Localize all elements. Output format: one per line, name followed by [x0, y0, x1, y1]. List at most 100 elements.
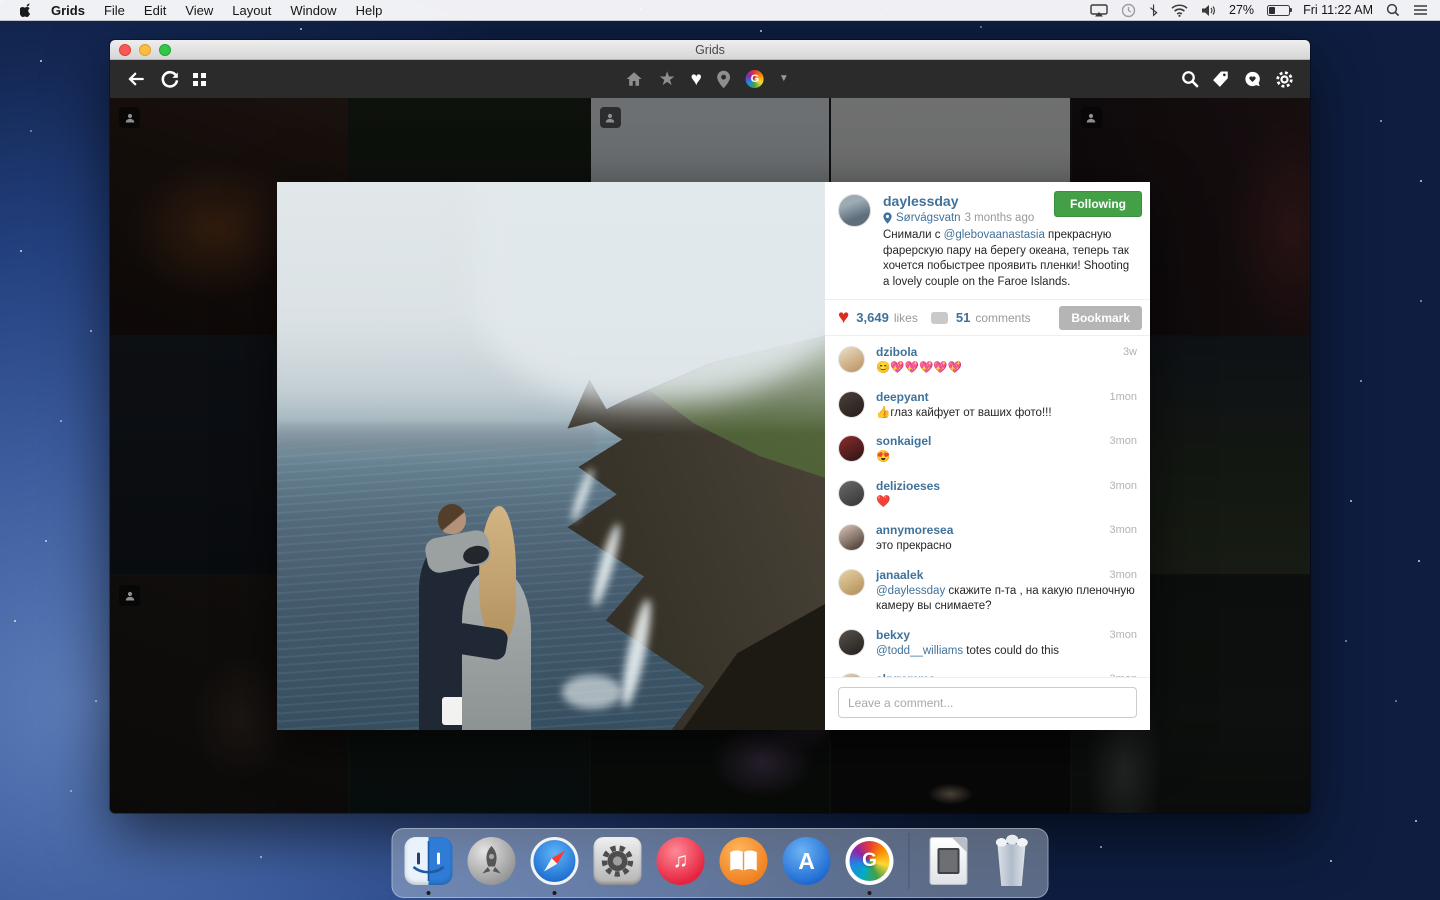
refresh-icon[interactable]: [160, 70, 179, 89]
comment-timestamp: 3mon: [1109, 569, 1137, 581]
comments-bubble-icon: [931, 312, 948, 324]
grids-app-window: Grids ★ ♥ G ▼: [110, 40, 1310, 813]
commenter-username[interactable]: annymoresea: [876, 523, 953, 537]
commenter-avatar[interactable]: [838, 673, 865, 677]
post-lightbox: daylessday Sørvágsvatn 3 months ago Сним…: [277, 182, 1150, 730]
commenter-avatar[interactable]: [838, 391, 865, 418]
comment-text: 😊💖💖💖💖💖: [876, 361, 1137, 377]
menu-edit[interactable]: Edit: [144, 3, 166, 18]
location-icon[interactable]: [717, 70, 731, 89]
dock-trash-icon[interactable]: [986, 835, 1038, 887]
comment-text: 👍глаз кайфует от ваших фото!!!: [876, 406, 1137, 422]
comment-timestamp: 3mon: [1109, 673, 1137, 677]
star-icon[interactable]: ★: [659, 70, 676, 89]
dock-ibooks-icon[interactable]: [718, 835, 770, 887]
comments-count[interactable]: 51: [956, 310, 970, 325]
commenter-username[interactable]: bekxy: [876, 628, 910, 642]
dock-finder-icon[interactable]: [403, 835, 455, 887]
photo-couple: [419, 494, 534, 730]
comment-timestamp: 3mon: [1109, 435, 1137, 447]
bluetooth-icon[interactable]: [1149, 3, 1158, 17]
home-icon[interactable]: [625, 70, 644, 88]
commenter-username[interactable]: sonkaigel: [876, 434, 931, 448]
comment-timestamp: 1mon: [1109, 391, 1137, 403]
comment-text: ❤️: [876, 495, 1137, 511]
grids-logo[interactable]: G: [746, 70, 764, 88]
grid-view-icon[interactable]: [193, 73, 206, 86]
commenter-avatar[interactable]: [838, 524, 865, 551]
running-indicator: [553, 891, 557, 895]
menu-app-name[interactable]: Grids: [51, 3, 85, 18]
comments-label: comments: [975, 311, 1030, 325]
menu-bar: Grids File Edit View Layout Window Help …: [0, 0, 1440, 21]
notification-center-icon[interactable]: [1413, 4, 1428, 16]
settings-icon[interactable]: [1275, 70, 1294, 89]
caret-down-icon[interactable]: ▼: [779, 74, 789, 84]
post-photo[interactable]: [277, 182, 825, 730]
tag-icon[interactable]: [1212, 70, 1230, 88]
dock-system-preferences-icon[interactable]: [592, 835, 644, 887]
comment-row: dzibola 3w 😊💖💖💖💖💖: [825, 338, 1150, 383]
volume-icon[interactable]: [1201, 4, 1216, 17]
commenter-username[interactable]: deepyant: [876, 390, 929, 404]
comment-text: 😍: [876, 450, 1137, 466]
running-indicator: [427, 891, 431, 895]
commenter-username[interactable]: skyremma: [876, 672, 935, 677]
menu-layout[interactable]: Layout: [232, 3, 271, 18]
spotlight-icon[interactable]: [1386, 3, 1400, 17]
comment-mention-link[interactable]: @todd__williams: [876, 645, 963, 657]
commenter-username[interactable]: janaalek: [876, 568, 923, 582]
comment-timestamp: 3mon: [1109, 629, 1137, 641]
dock-grids-icon[interactable]: G: [844, 835, 896, 887]
likes-label: likes: [894, 311, 918, 325]
dock-launchpad-icon[interactable]: [466, 835, 518, 887]
following-button[interactable]: Following: [1054, 191, 1142, 217]
menu-help[interactable]: Help: [356, 3, 383, 18]
commenter-avatar[interactable]: [838, 629, 865, 656]
likes-heart-icon[interactable]: ♥: [838, 308, 849, 327]
post-timestamp: 3 months ago: [965, 212, 1035, 224]
comment-row: bekxy 3mon @todd__williams totes could d…: [825, 621, 1150, 666]
back-icon[interactable]: [126, 70, 146, 88]
time-machine-icon[interactable]: [1121, 3, 1136, 18]
commenter-username[interactable]: delizioeses: [876, 479, 940, 493]
menu-file[interactable]: File: [104, 3, 125, 18]
comment-row: deepyant 1mon 👍глаз кайфует от ваших фот…: [825, 383, 1150, 428]
commenter-avatar[interactable]: [838, 569, 865, 596]
comment-text: @daylessday скажите п-та , на какую плен…: [876, 584, 1137, 615]
commenter-avatar[interactable]: [838, 346, 865, 373]
caption-mention-link[interactable]: @glebovaanastasia: [944, 229, 1045, 241]
dock-documents-icon[interactable]: [923, 835, 975, 887]
dock: ♫ A G: [392, 828, 1049, 898]
comment-timestamp: 3mon: [1109, 480, 1137, 492]
airplay-icon[interactable]: [1090, 4, 1108, 17]
wifi-icon[interactable]: [1171, 4, 1188, 17]
menu-window[interactable]: Window: [290, 3, 336, 18]
post-location-link[interactable]: Sørvágsvatn: [896, 212, 961, 224]
commenter-avatar[interactable]: [838, 435, 865, 462]
comment-input[interactable]: [838, 687, 1137, 718]
bookmark-button[interactable]: Bookmark: [1059, 306, 1142, 330]
app-toolbar: ★ ♥ G ▼: [110, 60, 1310, 98]
battery-percent: 27%: [1229, 3, 1254, 17]
post-author-avatar[interactable]: [838, 194, 871, 227]
comment-text: это прекрасно: [876, 539, 1137, 555]
comment-mention-link[interactable]: @daylessday: [876, 585, 945, 597]
window-titlebar[interactable]: Grids: [110, 40, 1310, 60]
commenter-avatar[interactable]: [838, 480, 865, 507]
search-icon[interactable]: [1181, 70, 1199, 88]
comment-timestamp: 3mon: [1109, 524, 1137, 536]
commenter-username[interactable]: dzibola: [876, 345, 917, 359]
menu-clock[interactable]: Fri 11:22 AM: [1303, 3, 1373, 17]
likes-count[interactable]: 3,649: [856, 310, 889, 325]
dock-appstore-icon[interactable]: A: [781, 835, 833, 887]
activity-icon[interactable]: [1243, 70, 1262, 88]
window-title: Grids: [110, 43, 1310, 57]
apple-menu-icon[interactable]: [20, 2, 35, 18]
dock-itunes-icon[interactable]: ♫: [655, 835, 707, 887]
comment-row: delizioeses 3mon ❤️: [825, 472, 1150, 517]
running-indicator: [868, 891, 872, 895]
heart-icon[interactable]: ♥: [691, 70, 702, 89]
dock-safari-icon[interactable]: [529, 835, 581, 887]
menu-view[interactable]: View: [185, 3, 213, 18]
